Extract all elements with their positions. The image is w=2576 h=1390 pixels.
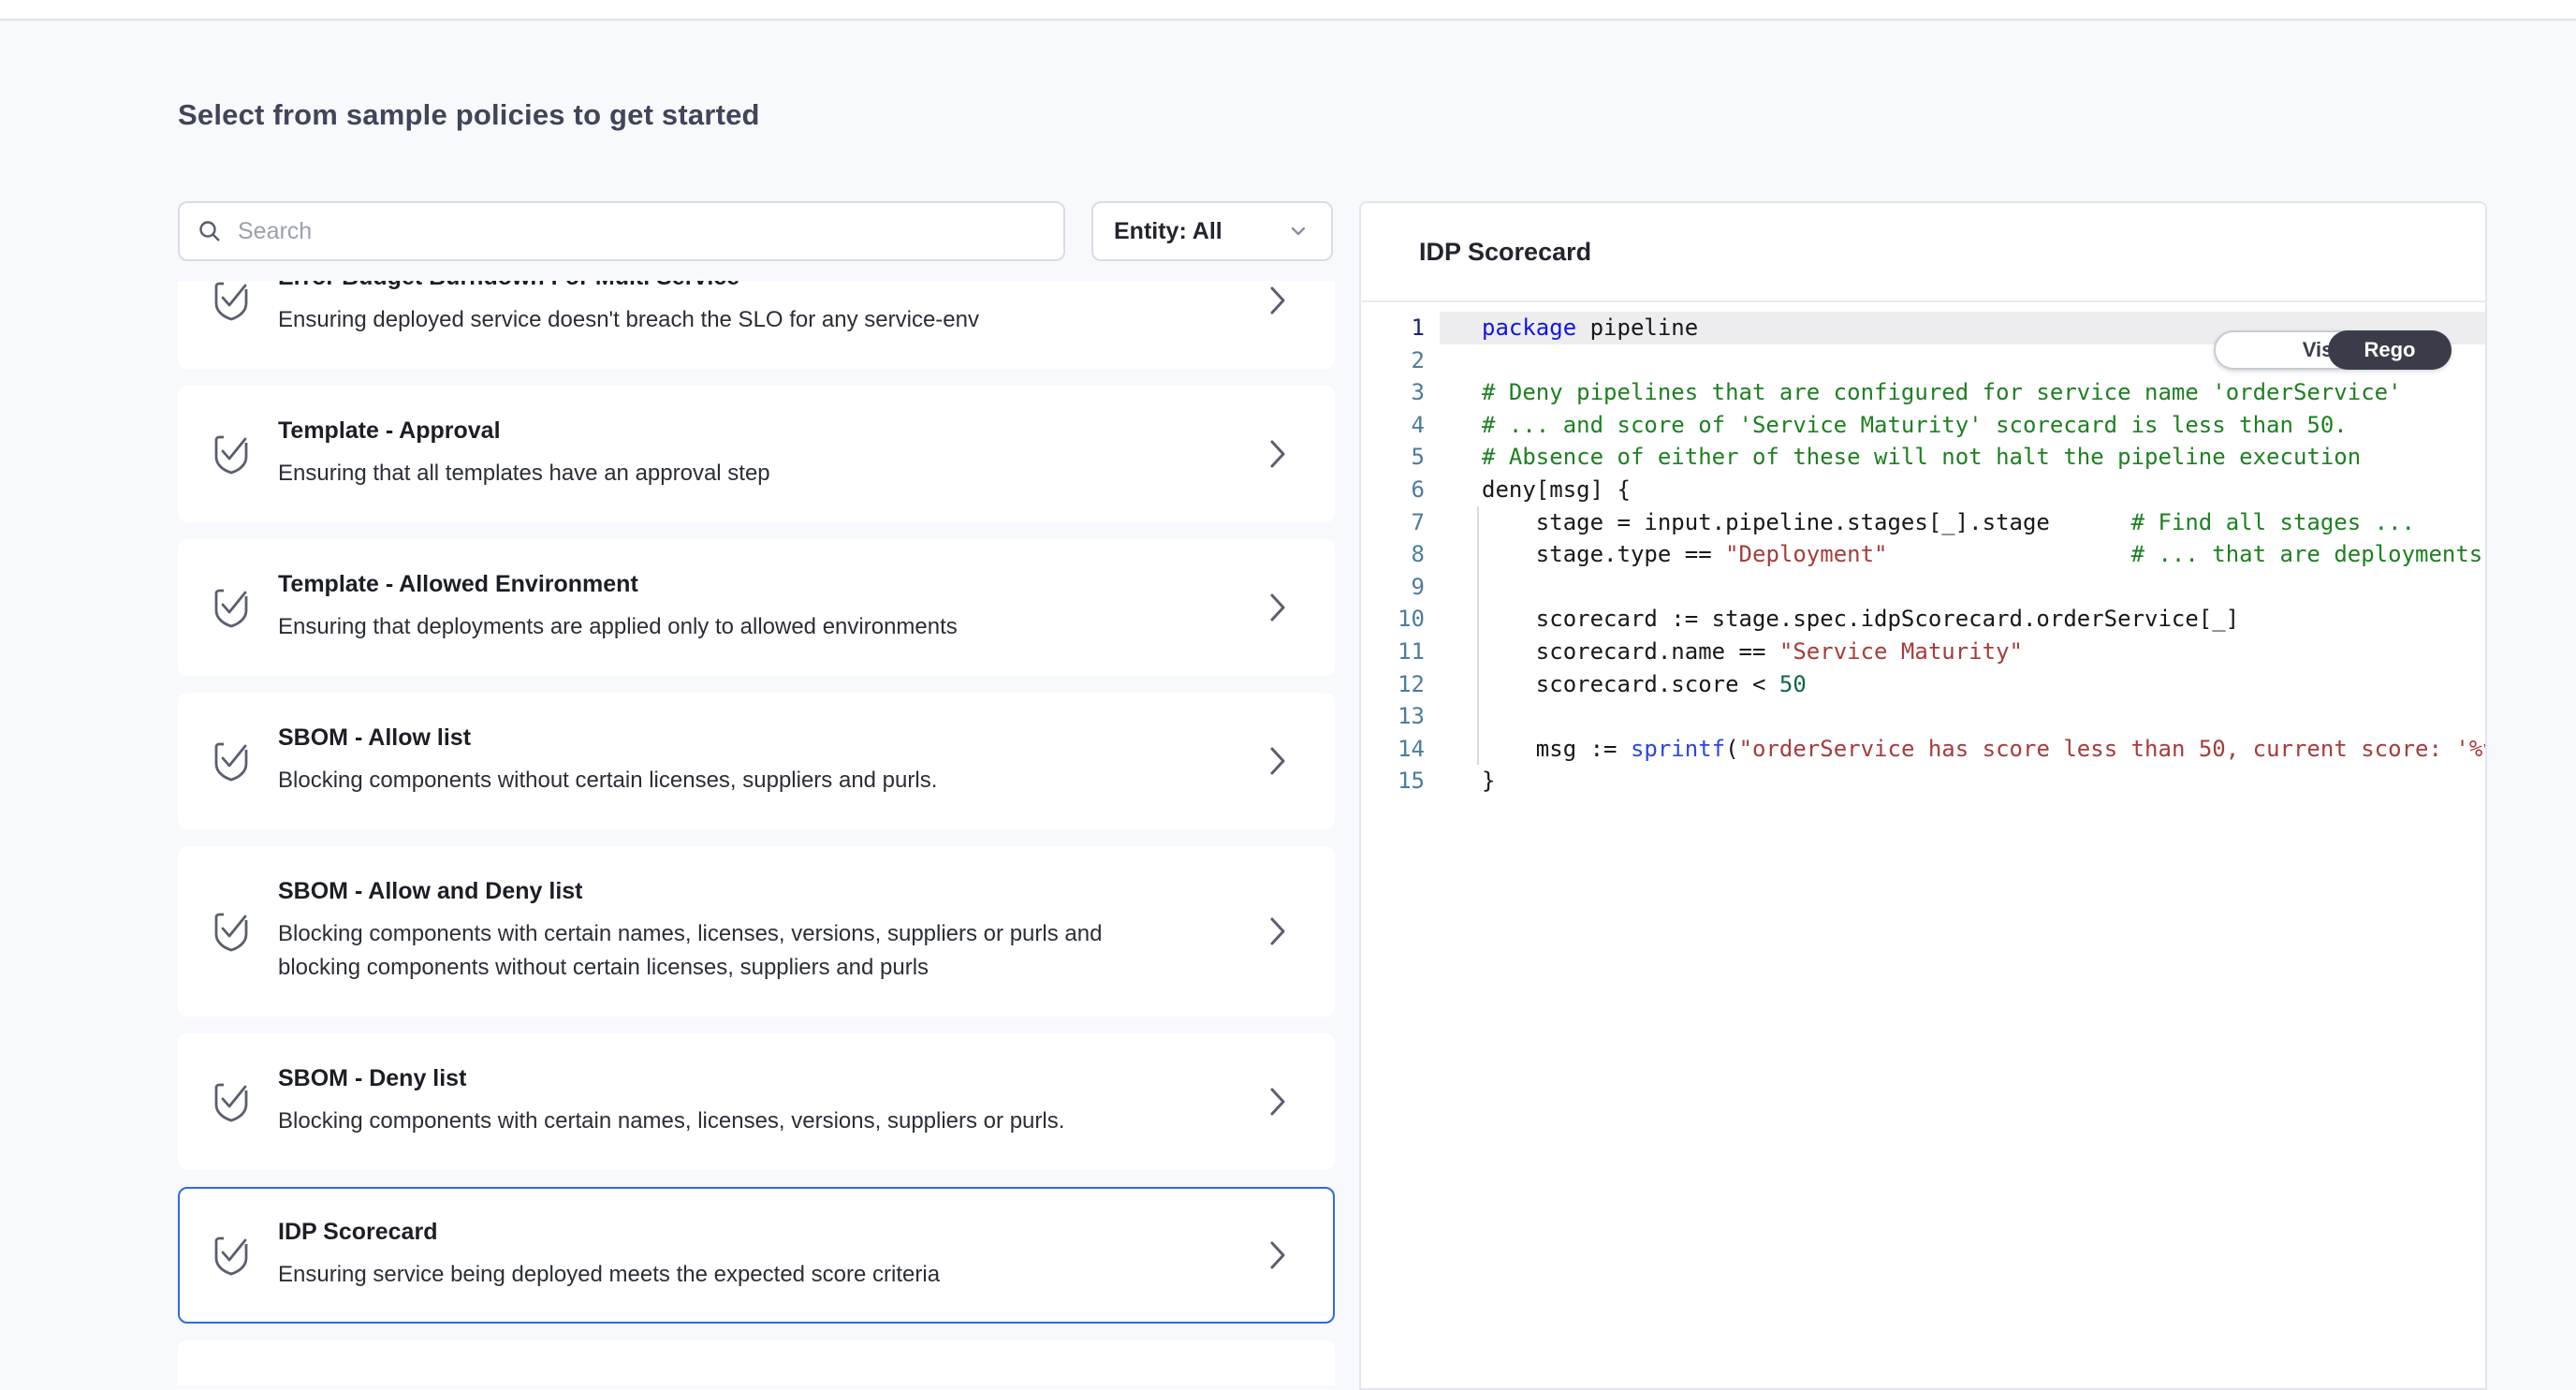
page-title: Select from sample policies to get start…: [178, 98, 760, 132]
policy-description: Ensuring that all templates have an appr…: [278, 457, 1120, 490]
chevron-right-icon[interactable]: [1267, 1239, 1288, 1271]
policy-description: Ensuring deployed service doesn't breach…: [278, 303, 1120, 337]
policy-description: Blocking components with certain names, …: [278, 1105, 1120, 1138]
preview-header: IDP Scorecard: [1361, 203, 2485, 302]
policy-card-sbom-deny-list[interactable]: SBOM - Deny list Blocking components wit…: [178, 1033, 1335, 1170]
chevron-right-icon[interactable]: [1267, 915, 1288, 947]
policy-card-template-approval[interactable]: Template - Approval Ensuring that all te…: [178, 386, 1335, 522]
chevron-right-icon[interactable]: [1267, 438, 1288, 470]
chevron-right-icon[interactable]: [1267, 745, 1288, 777]
policy-description: Blocking components without certain lice…: [278, 764, 1120, 797]
policy-card-idp-scorecard[interactable]: IDP Scorecard Ensuring service being dep…: [178, 1187, 1335, 1324]
chevron-right-icon[interactable]: [1267, 285, 1288, 316]
entity-filter-dropdown[interactable]: Entity: All: [1091, 201, 1333, 261]
policy-card-partial[interactable]: [178, 1340, 1335, 1385]
policy-list: Error Budget Burndown For Multi Service …: [178, 281, 1335, 1385]
shield-check-icon: [211, 1233, 252, 1278]
toggle-option-rego[interactable]: Rego: [2328, 330, 2452, 370]
policy-description: Ensuring that deployments are applied on…: [278, 610, 1120, 644]
shield-check-icon: [211, 281, 252, 323]
top-bar: [0, 0, 2576, 21]
search-icon: [197, 218, 223, 244]
policy-preview-panel: IDP Scorecard Visual Rego 12345678910111…: [1359, 201, 2487, 1390]
indent-guide: [1477, 506, 1479, 766]
policy-title: Error Budget Burndown For Multi Service: [278, 281, 1249, 291]
visual-rego-toggle[interactable]: Visual Rego: [2214, 330, 2452, 370]
code-editor[interactable]: 123456789101112131415 package pipeline# …: [1361, 302, 2485, 797]
policy-title: Template - Allowed Environment: [278, 571, 1249, 598]
policy-title: SBOM - Deny list: [278, 1065, 1249, 1092]
policy-card-sbom-allow-list[interactable]: SBOM - Allow list Blocking components wi…: [178, 693, 1335, 829]
search-input[interactable]: [236, 217, 1046, 246]
entity-filter-label: Entity: All: [1114, 218, 1222, 245]
code-lines[interactable]: package pipeline# Deny pipelines that ar…: [1440, 312, 2485, 797]
shield-check-icon: [211, 1079, 252, 1124]
shield-check-icon: [211, 585, 252, 630]
policy-card-template-allowed-environment[interactable]: Template - Allowed Environment Ensuring …: [178, 539, 1335, 676]
search-box[interactable]: [178, 201, 1065, 261]
policy-title: IDP Scorecard: [278, 1219, 1249, 1246]
policy-description: Ensuring service being deployed meets th…: [278, 1258, 1120, 1292]
policy-card-error-budget-burndown[interactable]: Error Budget Burndown For Multi Service …: [178, 281, 1335, 369]
code-gutter: 123456789101112131415: [1361, 312, 1440, 797]
chevron-right-icon[interactable]: [1267, 1086, 1288, 1118]
policy-title: Template - Approval: [278, 417, 1249, 445]
policy-card-sbom-allow-and-deny-list[interactable]: SBOM - Allow and Deny list Blocking comp…: [178, 846, 1335, 1017]
policy-title: SBOM - Allow list: [278, 724, 1249, 752]
shield-check-icon: [211, 739, 252, 783]
shield-check-icon: [211, 432, 252, 476]
chevron-right-icon[interactable]: [1267, 592, 1288, 623]
shield-check-icon: [211, 909, 252, 954]
chevron-down-icon: [1286, 219, 1310, 243]
policy-title: SBOM - Allow and Deny list: [278, 878, 1249, 905]
preview-title: IDP Scorecard: [1419, 238, 1591, 267]
policy-description: Blocking components with certain names, …: [278, 917, 1120, 985]
